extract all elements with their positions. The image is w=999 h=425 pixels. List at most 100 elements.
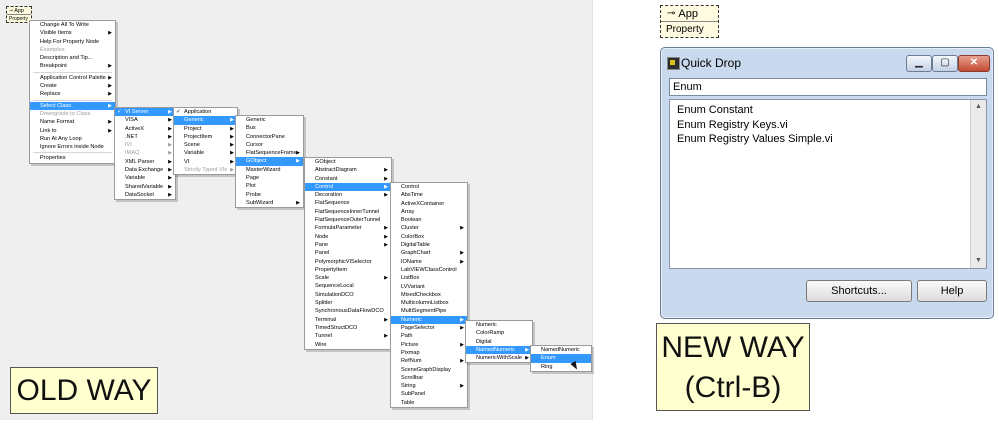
menu-item[interactable]: Boolean <box>391 216 467 224</box>
menu-item[interactable]: GObject ▶ <box>236 157 303 166</box>
menu-item[interactable]: ✓ Application <box>174 108 237 116</box>
menu-item[interactable]: Tunnel ▶ <box>305 332 391 340</box>
menu-item[interactable]: Bus <box>236 124 303 132</box>
menu-item[interactable]: Array <box>391 208 467 216</box>
result-item[interactable]: Enum Registry Keys.vi <box>670 118 986 133</box>
property-node-new[interactable]: ⊸ App Property <box>660 5 719 38</box>
menu-item[interactable]: Create ▶ <box>30 82 115 90</box>
menu-item[interactable]: NamedNumeric <box>531 346 591 354</box>
menu-item[interactable]: TimedStructDCO <box>305 324 391 332</box>
menu-item[interactable]: Replace ▶ <box>30 90 115 98</box>
menu-item[interactable]: RefNum ▶ <box>391 357 467 365</box>
menu-item[interactable]: Run At Any Loop <box>30 135 115 143</box>
menu-item[interactable]: Path <box>391 332 467 340</box>
menu-item[interactable]: SynchronousDataFlowDCO <box>305 307 391 315</box>
menu-item[interactable]: .NET ▶ <box>115 133 175 141</box>
menu-item[interactable]: Project ▶ <box>174 125 237 133</box>
menu-item[interactable]: ActiveXContainer <box>391 200 467 208</box>
menu-item[interactable]: Description and Tip... <box>30 54 115 62</box>
menu-item[interactable]: IOName ▶ <box>391 258 467 266</box>
menu-item[interactable]: MixedCheckbox <box>391 291 467 299</box>
menu-item[interactable]: Variable ▶ <box>174 149 237 157</box>
menu-item[interactable]: Link to ▶ <box>30 127 115 135</box>
search-input[interactable]: Enum <box>669 78 987 96</box>
menu-item[interactable]: NumericWithScale ▶ <box>466 354 532 362</box>
menu-item[interactable]: Wire <box>305 341 391 349</box>
menu-item[interactable]: Plot <box>236 182 303 190</box>
menu-item[interactable]: Control ▶ <box>305 182 391 192</box>
menu-item[interactable]: ✓ VI Server ▶ <box>115 108 175 117</box>
menu-item[interactable]: Decoration ▶ <box>305 191 391 199</box>
scroll-up-icon[interactable]: ▲ <box>971 100 986 114</box>
menu-item[interactable]: Name Format ▶ <box>30 118 115 126</box>
close-button[interactable]: ✕ <box>958 55 990 72</box>
menu-item[interactable]: AbsTime <box>391 191 467 199</box>
result-item[interactable]: Enum Constant <box>670 103 986 118</box>
minimize-button[interactable]: ▁ <box>906 55 932 72</box>
menu-item[interactable]: Generic <box>236 116 303 124</box>
menu-item[interactable]: Enum <box>531 354 591 363</box>
menu-item[interactable]: MasterWizard <box>236 166 303 174</box>
menu-item[interactable]: GObject <box>305 158 391 166</box>
menu-item[interactable]: SubWizard ▶ <box>236 199 303 207</box>
menu-item[interactable]: ColorRamp <box>466 329 532 337</box>
menu-item[interactable]: Panel <box>305 249 391 257</box>
menu-item[interactable]: Data Exchange ▶ <box>115 166 175 174</box>
menu-item[interactable]: Picture ▶ <box>391 341 467 349</box>
menu-item[interactable]: FlatSequenceInnerTunnel <box>305 208 391 216</box>
menu-item[interactable]: ProjectItem ▶ <box>174 133 237 141</box>
menu-item[interactable]: Properties <box>30 154 115 162</box>
menu-item[interactable]: PolymorphicVISelector <box>305 258 391 266</box>
menu-item[interactable]: Pane ▶ <box>305 241 391 249</box>
menu-item[interactable]: Cursor <box>236 141 303 149</box>
menu-item[interactable]: SequenceLocal <box>305 282 391 290</box>
menu-item[interactable]: SimulationDCO <box>305 291 391 299</box>
menu-item[interactable]: Help For Property Node <box>30 38 115 46</box>
menu-item[interactable]: FlatSequence <box>305 199 391 207</box>
menu-item[interactable]: ActiveX ▶ <box>115 125 175 133</box>
menu-item[interactable]: Table <box>391 399 467 407</box>
scrollbar[interactable]: ▲ ▼ <box>970 100 986 268</box>
menu-item[interactable]: DigitalTable <box>391 241 467 249</box>
menu-item[interactable]: Node ▶ <box>305 233 391 241</box>
menu-item[interactable]: SubPanel <box>391 390 467 398</box>
menu-item[interactable]: Scrollbar <box>391 374 467 382</box>
menu-item[interactable]: DataSocket ▶ <box>115 191 175 199</box>
menu-item[interactable]: Breakpoint ▶ <box>30 62 115 70</box>
menu-item[interactable]: MultiSegmentPipe <box>391 307 467 315</box>
menu-item[interactable]: Select Class ▶ <box>30 101 115 110</box>
menu-item[interactable]: Digital <box>466 338 532 346</box>
menu-item[interactable]: Pixmap <box>391 349 467 357</box>
menu-item[interactable]: ColorBox <box>391 233 467 241</box>
menu-item[interactable]: Generic ▶ <box>174 116 237 125</box>
menu-item[interactable]: ListBox <box>391 274 467 282</box>
menu-item[interactable]: VISA ▶ <box>115 116 175 124</box>
menu-item[interactable]: Change All To Write <box>30 21 115 29</box>
menu-item[interactable]: PropertyItem <box>305 266 391 274</box>
menu-item[interactable]: Probe <box>236 191 303 199</box>
menu-item[interactable]: SceneGraphDisplay <box>391 366 467 374</box>
menu-item[interactable]: VI ▶ <box>174 158 237 166</box>
menu-item[interactable]: FlatSequenceOuterTunnel <box>305 216 391 224</box>
menu-item[interactable]: Ring <box>531 363 591 371</box>
menu-item[interactable]: PageSelector ▶ <box>391 324 467 332</box>
menu-item[interactable]: NamedNumeric ▶ <box>466 345 532 355</box>
menu-item[interactable]: Terminal ▶ <box>305 316 391 324</box>
menu-item[interactable]: AbstractDiagram ▶ <box>305 166 391 174</box>
menu-item[interactable]: LabVIEWClassControl <box>391 266 467 274</box>
menu-item[interactable]: ConnectorPane <box>236 133 303 141</box>
menu-item[interactable]: Page <box>236 174 303 182</box>
menu-item[interactable]: String ▶ <box>391 382 467 390</box>
menu-item[interactable]: Constant ▶ <box>305 175 391 183</box>
menu-item[interactable]: Numeric ▶ <box>391 315 467 325</box>
menu-item[interactable]: Ignore Errors inside Node <box>30 143 115 151</box>
menu-item[interactable]: XML Parser ▶ <box>115 158 175 166</box>
menu-item[interactable]: GraphChart ▶ <box>391 249 467 257</box>
menu-item[interactable]: Application Control Palette ▶ <box>30 74 115 82</box>
menu-item[interactable]: Visible Items ▶ <box>30 29 115 37</box>
menu-item[interactable]: Scene ▶ <box>174 141 237 149</box>
menu-item[interactable]: Scale ▶ <box>305 274 391 282</box>
shortcuts-button[interactable]: Shortcuts... <box>806 280 912 302</box>
menu-item[interactable]: Variable ▶ <box>115 174 175 182</box>
menu-item[interactable]: FlatSequenceFrame ▶ <box>236 149 303 157</box>
